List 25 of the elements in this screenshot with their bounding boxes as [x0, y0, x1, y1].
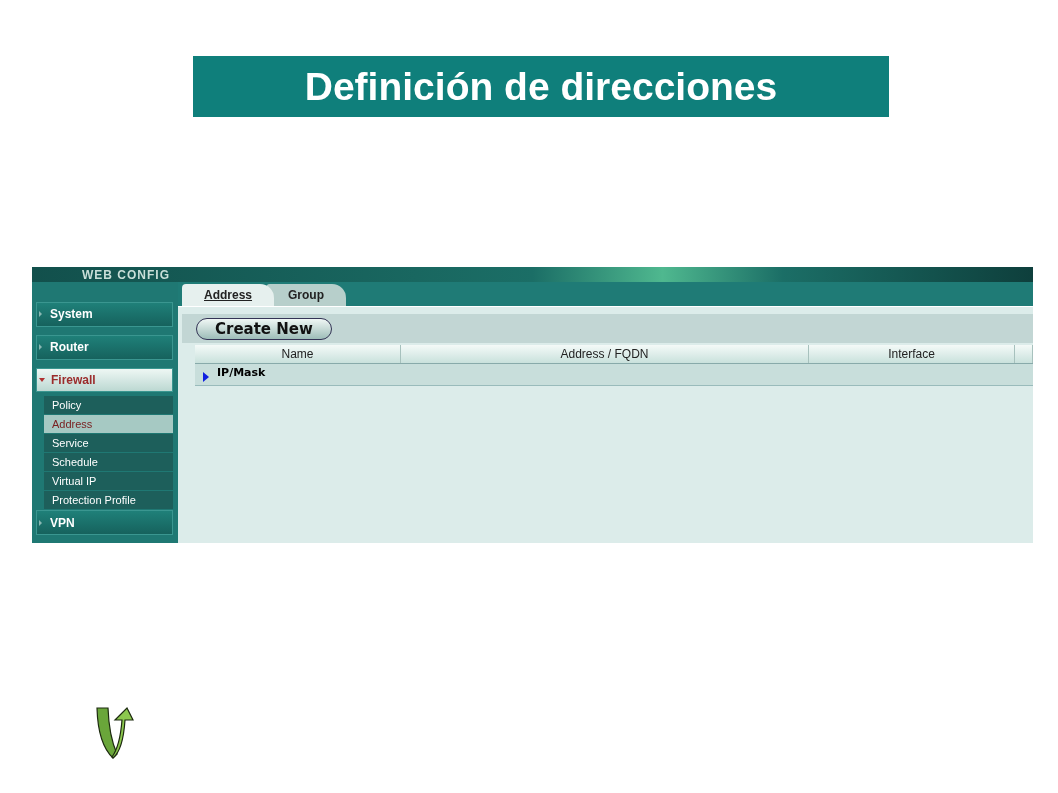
caret-right-icon — [39, 344, 42, 351]
row-label: IP/Mask — [217, 366, 266, 379]
slide-title: Definición de direcciones — [193, 56, 889, 117]
menu-group[interactable]: System — [36, 302, 173, 327]
menu-item[interactable]: Virtual IP — [44, 472, 173, 491]
menu-item[interactable]: Protection Profile — [44, 491, 173, 510]
caret-right-icon — [39, 311, 42, 318]
menu-item[interactable]: Schedule — [44, 453, 173, 472]
column-header: Address / FQDN — [401, 345, 809, 363]
column-header: Name — [195, 345, 401, 363]
create-new-button[interactable]: Create New — [196, 317, 332, 340]
table-row[interactable]: IP/Mask — [195, 364, 1033, 385]
menu-group[interactable]: Router — [36, 334, 173, 360]
menu-item[interactable]: Address — [44, 415, 173, 434]
menu-group[interactable]: Firewall — [36, 367, 173, 393]
menu-group[interactable]: VPN — [36, 510, 173, 535]
column-header: Interface — [809, 345, 1015, 363]
tab[interactable]: Address — [182, 284, 275, 306]
caret-down-icon — [39, 377, 45, 382]
caret-right-icon — [39, 519, 42, 526]
app-title: WEB CONFIG — [82, 267, 170, 282]
menu-item[interactable]: Service — [44, 434, 173, 453]
tab[interactable]: Group — [266, 284, 347, 306]
column-header — [1015, 345, 1033, 363]
menu-item[interactable]: Policy — [44, 396, 173, 415]
